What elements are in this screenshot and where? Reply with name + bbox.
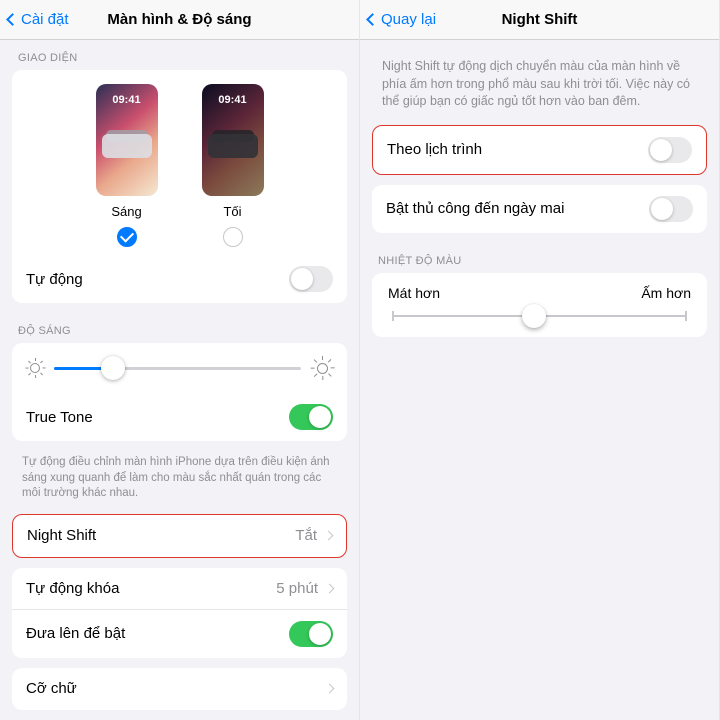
nav-bar: Quay lại Night Shift: [360, 0, 719, 40]
chevron-right-icon: [325, 583, 335, 593]
back-label: Cài đặt: [21, 11, 69, 28]
truetone-footnote: Tự động điều chỉnh màn hình iPhone dựa t…: [0, 451, 359, 514]
preview-light-label: Sáng: [111, 204, 141, 219]
chevron-left-icon: [6, 13, 19, 26]
raise-to-wake-row[interactable]: Đưa lên để bật: [12, 610, 347, 658]
manual-row[interactable]: Bật thủ công đến ngày mai: [372, 185, 707, 233]
temperature-thumb[interactable]: [522, 304, 546, 328]
auto-appearance-toggle[interactable]: [289, 266, 333, 292]
back-label: Quay lại: [381, 11, 436, 28]
autolock-row[interactable]: Tự động khóa 5 phút: [12, 568, 347, 610]
lock-card: Tự động khóa 5 phút Đưa lên để bật: [12, 568, 347, 658]
preview-dark: 09:41: [202, 84, 264, 196]
textsize-label: Cỡ chữ: [26, 680, 77, 697]
section-brightness-header: ĐỘ SÁNG: [0, 313, 359, 343]
raise-to-wake-label: Đưa lên để bật: [26, 625, 125, 642]
radio-light[interactable]: [117, 227, 137, 247]
nightshift-row[interactable]: Night Shift Tắt: [13, 515, 346, 557]
cooler-label: Mát hơn: [388, 285, 440, 301]
appearance-option-dark[interactable]: 09:41 Tối: [202, 84, 264, 247]
manual-toggle[interactable]: [649, 196, 693, 222]
truetone-row[interactable]: True Tone: [12, 393, 347, 441]
nightshift-pane: Quay lại Night Shift Night Shift tự động…: [360, 0, 720, 720]
preview-dark-label: Tối: [223, 204, 241, 219]
preview-light: 09:41: [96, 84, 158, 196]
temperature-slider[interactable]: [392, 315, 687, 317]
scheduled-row[interactable]: Theo lịch trình: [373, 126, 706, 174]
chevron-right-icon: [324, 531, 334, 541]
radio-dark[interactable]: [223, 227, 243, 247]
sun-small-icon: [26, 359, 44, 377]
autolock-value: 5 phút: [276, 580, 318, 597]
appearance-card: 09:41 Sáng 09:41 Tối: [12, 70, 347, 303]
brightness-thumb[interactable]: [101, 356, 125, 380]
nav-bar: Cài đặt Màn hình & Độ sáng: [0, 0, 359, 40]
manual-card[interactable]: Bật thủ công đến ngày mai: [372, 185, 707, 233]
temperature-card: Mát hơn Ấm hơn: [372, 273, 707, 337]
brightness-card: True Tone: [12, 343, 347, 441]
auto-appearance-row[interactable]: Tự động: [12, 255, 347, 303]
truetone-toggle[interactable]: [289, 404, 333, 430]
scheduled-card[interactable]: Theo lịch trình: [372, 125, 707, 175]
nightshift-description: Night Shift tự động dịch chuyển màu của …: [360, 40, 719, 125]
chevron-left-icon: [366, 13, 379, 26]
chevron-right-icon: [325, 684, 335, 694]
scheduled-label: Theo lịch trình: [387, 141, 482, 158]
textsize-card[interactable]: Cỡ chữ: [12, 668, 347, 710]
sun-large-icon: [311, 357, 333, 379]
back-button[interactable]: Cài đặt: [8, 11, 69, 28]
manual-label: Bật thủ công đến ngày mai: [386, 200, 564, 217]
section-appearance-header: GIAO DIỆN: [0, 40, 359, 70]
raise-to-wake-toggle[interactable]: [289, 621, 333, 647]
nightshift-card[interactable]: Night Shift Tắt: [12, 514, 347, 558]
appearance-previews: 09:41 Sáng 09:41 Tối: [12, 70, 347, 255]
appearance-option-light[interactable]: 09:41 Sáng: [96, 84, 158, 247]
auto-appearance-label: Tự động: [26, 271, 83, 288]
back-button[interactable]: Quay lại: [368, 11, 436, 28]
nightshift-value: Tắt: [295, 527, 317, 544]
textsize-row[interactable]: Cỡ chữ: [12, 668, 347, 710]
brightness-slider[interactable]: [54, 367, 301, 370]
display-brightness-pane: Cài đặt Màn hình & Độ sáng GIAO DIỆN 09:…: [0, 0, 360, 720]
scheduled-toggle[interactable]: [648, 137, 692, 163]
warmer-label: Ấm hơn: [641, 285, 691, 301]
preview-time: 09:41: [202, 94, 264, 106]
autolock-label: Tự động khóa: [26, 580, 119, 597]
section-temperature-header: NHIỆT ĐỘ MÀU: [360, 243, 719, 273]
truetone-label: True Tone: [26, 409, 93, 426]
brightness-slider-row: [12, 343, 347, 393]
preview-time: 09:41: [96, 94, 158, 106]
nightshift-label: Night Shift: [27, 527, 96, 544]
